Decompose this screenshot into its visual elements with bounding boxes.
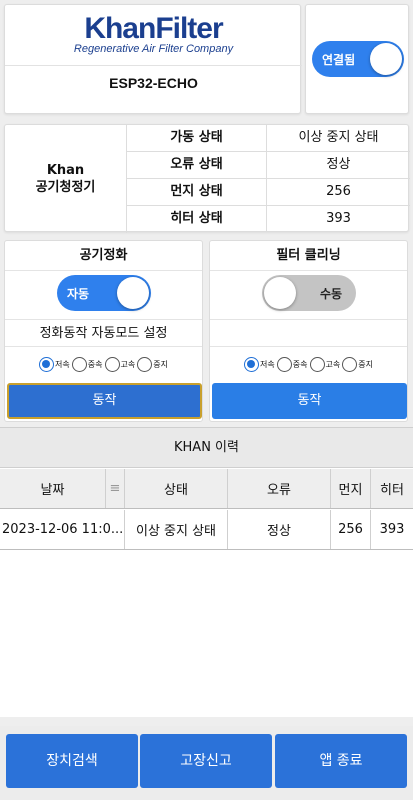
col-header-error[interactable]: 오류 xyxy=(228,469,331,508)
status-row-dust: 먼지 상태 256 xyxy=(127,179,410,206)
air-purify-mode-toggle[interactable]: 자동 xyxy=(57,275,151,311)
air-speed-low-radio[interactable]: 저속 xyxy=(39,356,70,372)
status-label: 히터 상태 xyxy=(127,206,267,232)
device-name: ESP32-ECHO xyxy=(109,75,198,91)
device-search-button[interactable]: 장치검색 xyxy=(6,734,138,788)
table-row[interactable]: 2023-12-06 11:0... 이상 중지 상태 정상 256 393 xyxy=(0,510,413,550)
status-row-operation: 가동 상태 이상 중지 상태 xyxy=(127,125,410,152)
status-table: Khan 공기청정기 가동 상태 이상 중지 상태 오류 상태 정상 먼지 상태… xyxy=(4,124,410,233)
air-speed-stop-radio[interactable]: 중지 xyxy=(137,356,168,372)
filter-speed-stop-radio[interactable]: 중지 xyxy=(342,356,373,372)
air-purify-action-button[interactable]: 동작 xyxy=(7,383,202,419)
cell-error: 정상 xyxy=(228,510,331,549)
cell-date: 2023-12-06 11:0... xyxy=(0,510,125,549)
logo-tagline: Regenerative Air Filter Company xyxy=(73,43,234,55)
filter-cleaning-title: 필터 클리닝 xyxy=(210,241,407,271)
air-purify-title: 공기정화 xyxy=(5,241,202,271)
radio-label: 고속 xyxy=(325,359,341,369)
filter-cleaning-mode-label: 수동 xyxy=(320,287,343,301)
air-purify-toggle-knob xyxy=(117,277,149,309)
khan-filter-logo: KhanFilter Regenerative Air Filter Compa… xyxy=(5,13,302,61)
air-purify-description: 정화동작 자동모드 설정 xyxy=(5,319,202,347)
filter-cleaning-toggle-knob xyxy=(264,277,296,309)
device-model-label: Khan 공기청정기 xyxy=(5,125,127,233)
cell-state: 이상 중지 상태 xyxy=(125,510,228,549)
status-label: 오류 상태 xyxy=(127,152,267,178)
radio-icon xyxy=(276,356,292,372)
filter-cleaning-description xyxy=(210,319,407,347)
connection-toggle[interactable]: 연결됨 xyxy=(312,41,404,77)
history-section: KHAN 이력 날짜 ≡ 상태 오류 먼지 히터 2023-12-06 11:0… xyxy=(0,427,413,717)
col-header-state[interactable]: 상태 xyxy=(125,469,228,508)
connection-toggle-knob xyxy=(370,43,402,75)
radio-label: 저속 xyxy=(55,359,70,369)
air-purify-mode-label: 자동 xyxy=(67,287,90,301)
radio-icon xyxy=(309,356,325,372)
radio-icon xyxy=(104,356,120,372)
air-purify-panel: 공기정화 자동 정화동작 자동모드 설정 저속 중속 고속 중지 동작 xyxy=(4,240,203,422)
bottom-bar: 장치검색 고장신고 앱 종료 xyxy=(0,726,413,800)
status-row-heater: 히터 상태 393 xyxy=(127,206,410,233)
filter-speed-low-radio[interactable]: 저속 xyxy=(244,356,275,372)
cell-dust: 256 xyxy=(331,510,371,549)
filter-cleaning-mode-toggle[interactable]: 수동 xyxy=(262,275,356,311)
radio-label: 고속 xyxy=(120,359,136,369)
connection-card: 연결됨 xyxy=(305,4,409,114)
air-purify-speed-group: 저속 중속 고속 중지 xyxy=(5,349,202,379)
radio-label: 중지 xyxy=(358,359,373,369)
header-card: KhanFilter Regenerative Air Filter Compa… xyxy=(4,4,302,114)
radio-label: 중지 xyxy=(153,359,168,369)
filter-cleaning-panel: 필터 클리닝 수동 저속 중속 고속 중지 동작 xyxy=(209,240,408,422)
radio-label: 중속 xyxy=(292,359,308,369)
fault-report-button[interactable]: 고장신고 xyxy=(140,734,272,788)
filter-cleaning-action-button[interactable]: 동작 xyxy=(212,383,407,419)
radio-icon xyxy=(137,356,153,372)
status-value: 이상 중지 상태 xyxy=(298,130,379,145)
device-model-line1: Khan xyxy=(46,163,85,178)
exit-app-button[interactable]: 앱 종료 xyxy=(275,734,407,788)
cell-heater: 393 xyxy=(379,522,405,537)
history-title: KHAN 이력 xyxy=(0,428,413,468)
radio-selected-icon xyxy=(39,356,55,372)
air-speed-mid-radio[interactable]: 중속 xyxy=(71,356,103,372)
col-header-date[interactable]: 날짜 xyxy=(0,469,106,508)
status-value: 256 xyxy=(326,184,351,199)
radio-icon xyxy=(71,356,87,372)
connection-status-label: 연결됨 xyxy=(322,53,356,67)
status-value: 정상 xyxy=(326,157,351,172)
logo-brand: KhanFilter xyxy=(84,12,223,45)
col-header-dust[interactable]: 먼지 xyxy=(331,469,371,508)
radio-icon xyxy=(342,356,358,372)
filter-speed-high-radio[interactable]: 고속 xyxy=(309,356,341,372)
status-label: 가동 상태 xyxy=(127,125,267,151)
radio-selected-icon xyxy=(244,356,260,372)
air-speed-high-radio[interactable]: 고속 xyxy=(104,356,136,372)
history-header-row: 날짜 ≡ 상태 오류 먼지 히터 xyxy=(0,469,413,509)
col-header-heater[interactable]: 히터 xyxy=(371,469,413,508)
status-label: 먼지 상태 xyxy=(127,179,267,205)
filter-cleaning-speed-group: 저속 중속 고속 중지 xyxy=(210,349,407,379)
header-divider xyxy=(5,65,302,66)
column-menu-icon[interactable]: ≡ xyxy=(106,469,125,508)
radio-label: 중속 xyxy=(87,359,103,369)
radio-label: 저속 xyxy=(260,359,275,369)
filter-speed-mid-radio[interactable]: 중속 xyxy=(276,356,308,372)
status-row-error: 오류 상태 정상 xyxy=(127,152,410,179)
status-value: 393 xyxy=(326,211,351,226)
device-model-line2: 공기청정기 xyxy=(35,180,96,195)
